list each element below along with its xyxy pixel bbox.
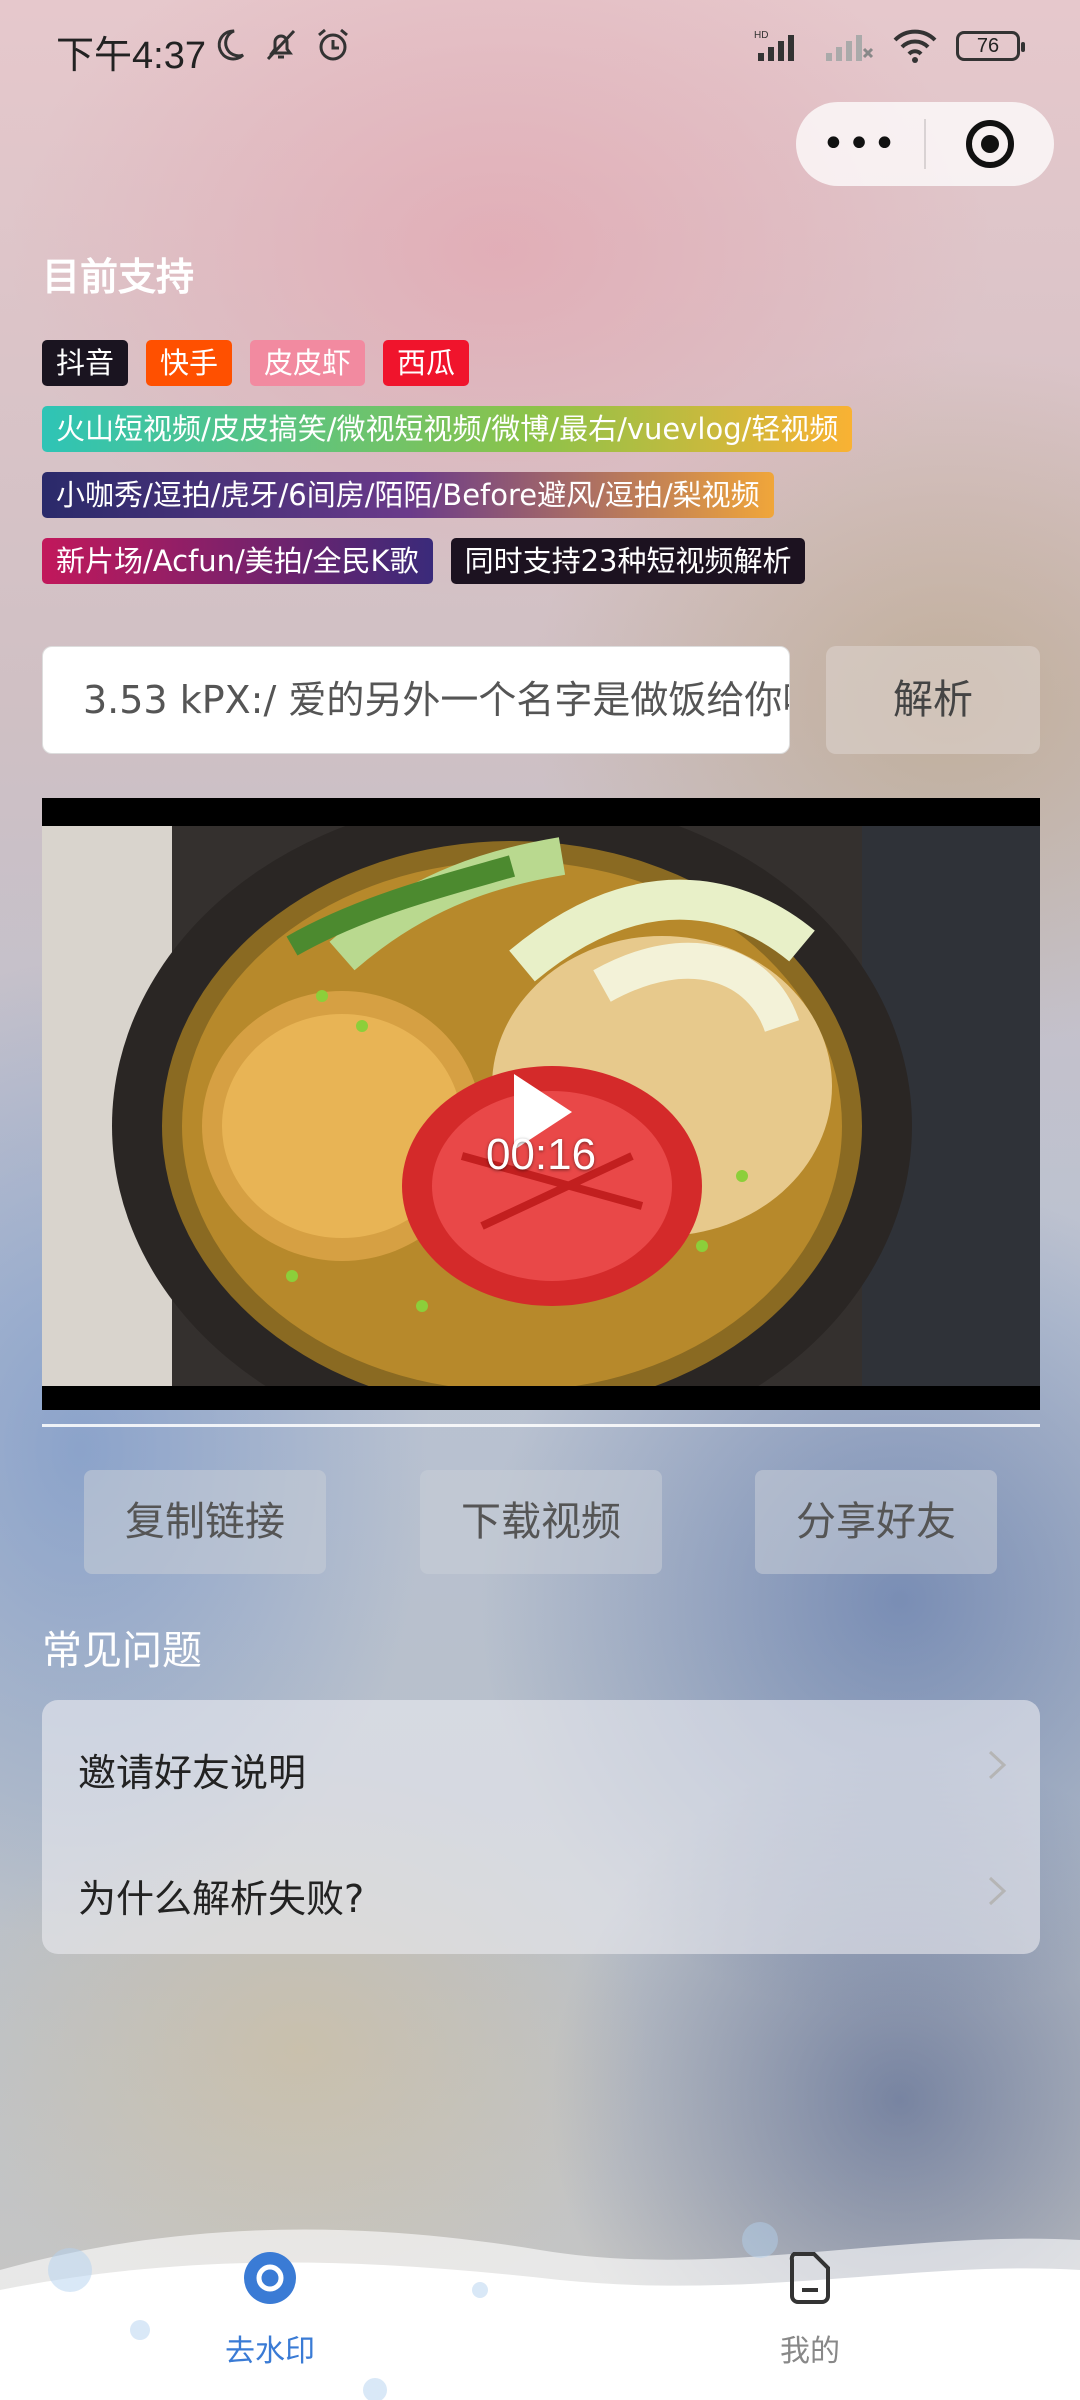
- miniprogram-capsule: •••: [796, 102, 1054, 186]
- faq-title: 常见问题: [42, 1628, 202, 1674]
- status-bar: 下午4:37 HD 76: [0, 0, 1080, 100]
- faq-item-label: 为什么解析失败?: [78, 1877, 365, 1921]
- platform-tag: 火山短视频/皮皮搞笑/微视短视频/微博/最右/vuevlog/轻视频: [42, 406, 853, 452]
- cellular-no-signal-icon: [826, 35, 874, 61]
- tag-row: 小咖秀/逗拍/虎牙/6间房/陌陌/Before避风/逗拍/梨视频: [42, 472, 1042, 518]
- link-input[interactable]: 3.53 kPX:/ 爱的另外一个名字是做饭给你吃: [42, 646, 790, 754]
- mute-bell-icon: [266, 29, 296, 61]
- platform-tag: 西瓜: [383, 340, 470, 386]
- status-indicators: [210, 26, 352, 64]
- platform-tag: 皮皮虾: [250, 340, 366, 386]
- copy-link-button[interactable]: 复制链接: [84, 1470, 326, 1574]
- faq-item-label: 邀请好友说明: [78, 1751, 307, 1795]
- alarm-icon: [318, 28, 348, 61]
- chevron-right-icon: [988, 1750, 1007, 1780]
- platform-tag: 快手: [146, 340, 233, 386]
- nav-label: 去水印: [225, 2334, 315, 2369]
- nav-item-mine[interactable]: 我的: [710, 2250, 910, 2370]
- cellular-signal-icon: HD: [754, 30, 794, 61]
- tag-row: 火山短视频/皮皮搞笑/微视短视频/微博/最右/vuevlog/轻视频: [42, 406, 1042, 452]
- video-thumbnail: [42, 826, 1040, 1386]
- action-row: 复制链接 下载视频 分享好友: [0, 1470, 1080, 1574]
- more-menu-button[interactable]: •••: [796, 121, 924, 167]
- tag-row: 抖音 快手 皮皮虾 西瓜: [42, 340, 1042, 386]
- parse-button[interactable]: 解析: [826, 646, 1040, 754]
- divider: [42, 1424, 1040, 1427]
- platform-tags: 抖音 快手 皮皮虾 西瓜 火山短视频/皮皮搞笑/微视短视频/微博/最右/vuevlog/…: [42, 340, 1042, 604]
- status-time: 下午4:37: [56, 35, 206, 77]
- download-video-button[interactable]: 下载视频: [420, 1470, 662, 1574]
- platform-tag: 抖音: [42, 340, 129, 386]
- faq-card: 邀请好友说明 为什么解析失败?: [42, 1700, 1040, 1954]
- bottom-nav-background: [0, 2222, 1080, 2400]
- remove-watermark-icon: [244, 2252, 296, 2304]
- profile-doc-icon: [789, 2252, 830, 2304]
- moon-icon: [217, 29, 245, 61]
- tag-row: 新片场/Acfun/美拍/全民K歌 同时支持23种短视频解析: [42, 538, 1042, 584]
- status-right: HD 76: [754, 28, 1025, 64]
- faq-item-parse-fail[interactable]: 为什么解析失败?: [78, 1860, 1008, 1921]
- wifi-icon: [893, 29, 937, 63]
- platform-tag: 小咖秀/逗拍/虎牙/6间房/陌陌/Before避风/逗拍/梨视频: [42, 472, 774, 518]
- close-miniprogram-button[interactable]: [926, 118, 1054, 170]
- video-duration: 00:16: [485, 1130, 597, 1179]
- video-player[interactable]: 00:16: [42, 798, 1040, 1410]
- nav-label: 我的: [780, 2334, 840, 2369]
- battery-icon: 76: [956, 31, 1025, 61]
- network-label: HD: [754, 30, 768, 41]
- platform-tag: 同时支持23种短视频解析: [450, 538, 806, 584]
- nav-item-watermark[interactable]: 去水印: [170, 2250, 370, 2370]
- chevron-right-icon: [988, 1876, 1007, 1906]
- share-friends-button[interactable]: 分享好友: [755, 1470, 997, 1574]
- target-icon: [966, 120, 1014, 168]
- platform-tag: 新片场/Acfun/美拍/全民K歌: [42, 538, 433, 584]
- faq-item-invite[interactable]: 邀请好友说明: [78, 1734, 1008, 1795]
- support-title: 目前支持: [42, 255, 195, 299]
